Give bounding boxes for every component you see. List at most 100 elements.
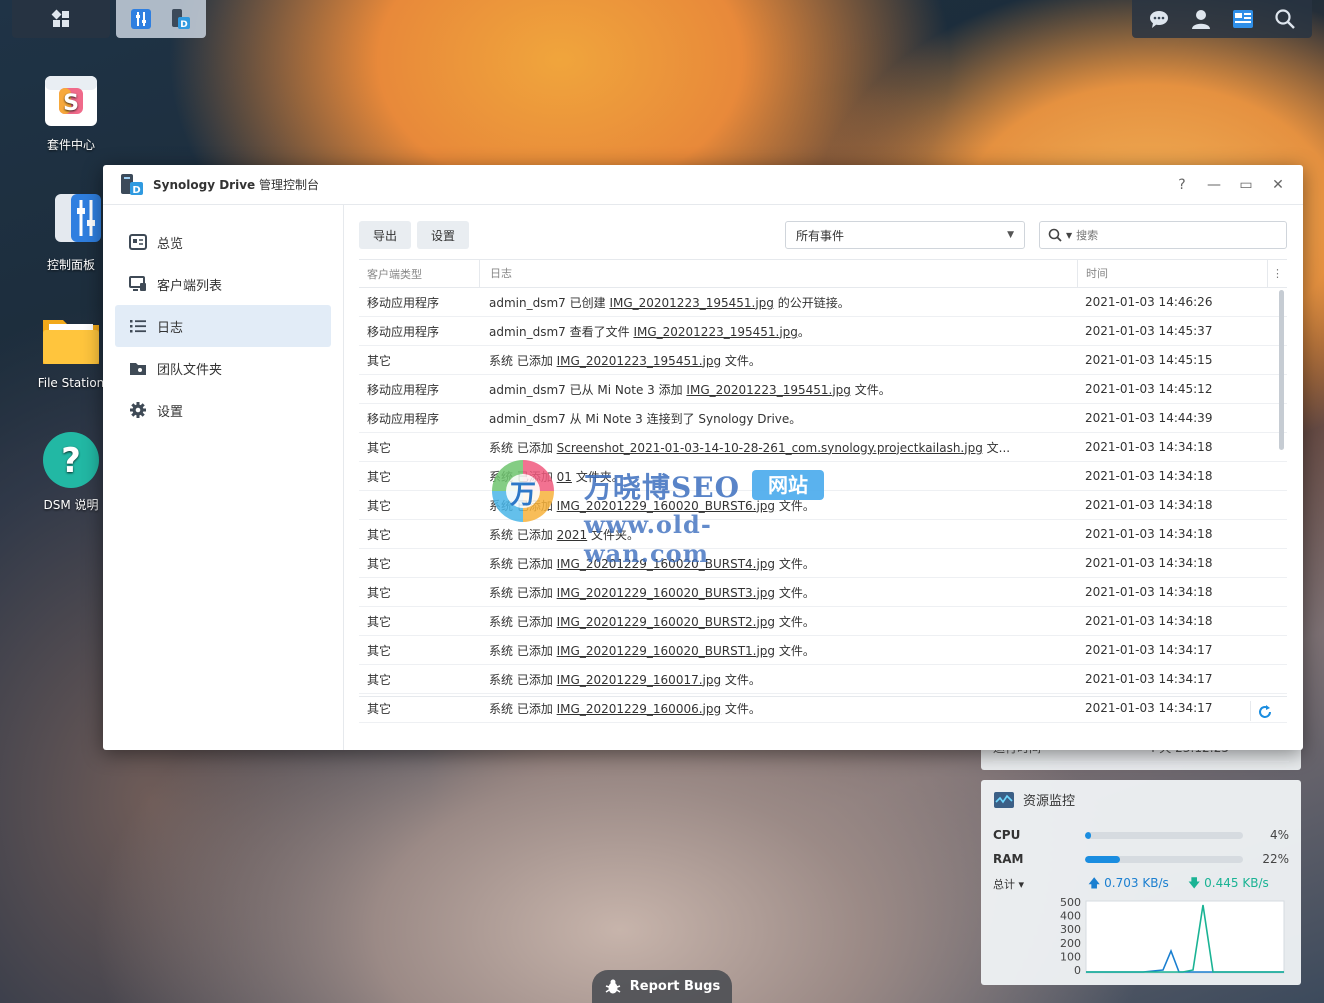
table-row[interactable]: 其它 系统 已添加 IMG_20201229_160020_BURST2.jpg … [359, 607, 1287, 636]
taskbar-left: D [12, 0, 206, 38]
footer-divider [1250, 701, 1251, 721]
network-select[interactable]: 总计 ▾ [993, 876, 1088, 892]
grid-rows: 移动应用程序 admin_dsm7 已创建 IMG_20201223_195451… [359, 288, 1287, 723]
table-row[interactable]: 其它 系统 已添加 2021 文件夹。 2021-01-03 14:34:18 [359, 520, 1287, 549]
header-log[interactable]: 日志 [479, 260, 1077, 288]
event-filter-dropdown[interactable]: 所有事件 ▼ [785, 221, 1025, 249]
refresh-icon[interactable] [1257, 704, 1273, 720]
cell-log: 系统 已添加 IMG_20201229_160020_BURST3.jpg 文件… [479, 584, 1077, 601]
log-text-prefix: 系统 已添加 [489, 556, 557, 571]
log-file-link[interactable]: IMG_20201229_160020_BURST6.jpg [557, 499, 775, 513]
cpu-row: CPU 4% [993, 823, 1289, 847]
cell-time: 2021-01-03 14:34:18 [1085, 527, 1213, 541]
control-panel-icon [131, 9, 151, 29]
search-icon[interactable] [1048, 228, 1062, 242]
log-file-link[interactable]: IMG_20201229_160020_BURST2.jpg [557, 615, 775, 629]
table-row[interactable]: 移动应用程序 admin_dsm7 从 Mi Note 3 连接到了 Synolo… [359, 404, 1287, 433]
table-row[interactable]: 移动应用程序 admin_dsm7 已创建 IMG_20201223_195451… [359, 288, 1287, 317]
report-bugs-button[interactable]: Report Bugs [592, 970, 732, 1003]
table-row[interactable]: 移动应用程序 admin_dsm7 查看了文件 IMG_20201223_1954… [359, 317, 1287, 346]
log-text-suffix: 。 [797, 324, 810, 339]
table-row[interactable]: 其它 系统 已添加 IMG_20201229_160020_BURST1.jpg … [359, 636, 1287, 665]
synology-drive-icon: D [121, 173, 143, 196]
download-arrow-icon: 🡇 [1188, 875, 1201, 890]
column-menu-icon[interactable]: ⋮ [1267, 260, 1287, 288]
log-text-suffix: 文件。 [721, 353, 761, 368]
resource-monitor-title: 资源监控 [1023, 794, 1076, 809]
close-button[interactable]: ✕ [1269, 176, 1287, 194]
chevron-down-icon: ▼ [1007, 230, 1014, 240]
log-text-prefix: admin_dsm7 从 Mi Note 3 连接到了 Synology Dri… [489, 411, 802, 426]
table-row[interactable]: 其它 系统 已添加 IMG_20201229_160020_BURST3.jpg … [359, 578, 1287, 607]
ram-bar-fill [1085, 855, 1120, 863]
export-button[interactable]: 导出 [359, 221, 412, 249]
header-client-type[interactable]: 客户端类型 [359, 266, 479, 282]
svg-text:?: ? [61, 441, 81, 481]
search-options-chevron-icon[interactable]: ▼ [1066, 231, 1072, 240]
table-row[interactable]: 其它 系统 已添加 IMG_20201229_160017.jpg 文件。 2021… [359, 665, 1287, 694]
y-tick-label: 0 [1074, 964, 1081, 977]
ram-label: RAM [993, 852, 1024, 866]
log-file-link[interactable]: 01 [557, 470, 572, 484]
upload-arrow-icon: 🡅 [1088, 875, 1101, 890]
cell-client-type: 移动应用程序 [367, 382, 440, 397]
search-box[interactable]: ▼ [1039, 221, 1287, 249]
sidebar-item-label: 总览 [157, 236, 184, 252]
sidebar-item-client-list[interactable]: 客户端列表 [115, 263, 331, 305]
table-row[interactable]: 其它 系统 已添加 IMG_20201229_160020_BURST6.jpg … [359, 491, 1287, 520]
taskbar-synology-drive[interactable]: D [164, 2, 198, 36]
desktop-icon-label: 控制面板 [46, 258, 95, 272]
cell-time: 2021-01-03 14:34:17 [1085, 643, 1213, 657]
help-button[interactable]: ? [1173, 176, 1191, 194]
log-file-link[interactable]: Screenshot_2021-01-03-14-10-28-261_com.s… [557, 441, 983, 455]
search-input[interactable] [1076, 228, 1257, 242]
cell-time: 2021-01-03 14:44:39 [1085, 411, 1213, 425]
cell-time: 2021-01-03 14:46:26 [1085, 295, 1213, 309]
log-text-suffix: 文件。 [850, 382, 891, 397]
log-file-link[interactable]: IMG_20201223_195451.jpg [633, 325, 797, 339]
table-row[interactable]: 其它 系统 已添加 01 文件夹。 2021-01-03 14:34:18 [359, 462, 1287, 491]
cell-log: 系统 已添加 IMG_20201229_160017.jpg 文件。 [479, 671, 1077, 688]
cell-client-type: 移动应用程序 [367, 324, 440, 339]
window-titlebar[interactable]: D Synology Drive 管理控制台 ? — ▭ ✕ [103, 165, 1303, 205]
log-text-suffix: 文件。 [721, 672, 761, 687]
taskbar-control-panel[interactable] [124, 2, 158, 36]
chat-icon[interactable] [1148, 8, 1170, 30]
taskbar-right [1132, 0, 1312, 38]
log-file-link[interactable]: IMG_20201229_160017.jpg [557, 673, 721, 687]
search-icon[interactable] [1274, 8, 1296, 30]
sidebar-item-overview[interactable]: 总览 [115, 221, 331, 263]
log-file-link[interactable]: 2021 [557, 528, 588, 542]
sidebar-item-team-folder[interactable]: 团队文件夹 [115, 347, 331, 389]
cell-log: admin_dsm7 查看了文件 IMG_20201223_195451.jpg… [479, 323, 1077, 340]
log-file-link[interactable]: IMG_20201229_160020_BURST4.jpg [557, 557, 775, 571]
taskbar-apps: D [116, 0, 206, 38]
log-file-link[interactable]: IMG_20201229_160020_BURST3.jpg [557, 586, 775, 600]
log-text-prefix: 系统 已添加 [489, 469, 557, 484]
minimize-button[interactable]: — [1205, 176, 1223, 194]
settings-button[interactable]: 设置 [417, 221, 470, 249]
grid-scrollbar[interactable] [1279, 290, 1284, 450]
main-menu-button[interactable] [12, 0, 110, 38]
widgets-icon[interactable] [1232, 8, 1254, 30]
user-icon[interactable] [1190, 8, 1212, 30]
log-file-link[interactable]: IMG_20201229_160020_BURST1.jpg [557, 644, 775, 658]
desktop-package-center[interactable]: S 套件中心 [26, 70, 116, 153]
log-file-link[interactable]: IMG_20201223_195451.jpg [686, 383, 850, 397]
cell-time: 2021-01-03 14:34:18 [1085, 469, 1213, 483]
header-time[interactable]: 时间 [1077, 260, 1267, 288]
log-file-link[interactable]: IMG_20201223_195451.jpg [557, 354, 721, 368]
table-row[interactable]: 其它 系统 已添加 IMG_20201223_195451.jpg 文件。 2021… [359, 346, 1287, 375]
sidebar-item-log[interactable]: 日志 [115, 305, 331, 347]
log-file-link[interactable]: IMG_20201223_195451.jpg [609, 296, 773, 310]
sidebar-item-settings[interactable]: 设置 [115, 389, 331, 431]
gear-icon [129, 401, 147, 419]
table-row[interactable]: 其它 系统 已添加 Screenshot_2021-01-03-14-10-28-… [359, 433, 1287, 462]
table-row[interactable]: 移动应用程序 admin_dsm7 已从 Mi Note 3 添加 IMG_202… [359, 375, 1287, 404]
cell-client-type: 其它 [367, 440, 392, 455]
sidebar-item-label: 团队文件夹 [157, 362, 223, 378]
svg-text:D: D [132, 185, 140, 196]
cell-log: 系统 已添加 01 文件夹。 [479, 468, 1077, 485]
table-row[interactable]: 其它 系统 已添加 IMG_20201229_160020_BURST4.jpg … [359, 549, 1287, 578]
maximize-button[interactable]: ▭ [1237, 176, 1255, 194]
